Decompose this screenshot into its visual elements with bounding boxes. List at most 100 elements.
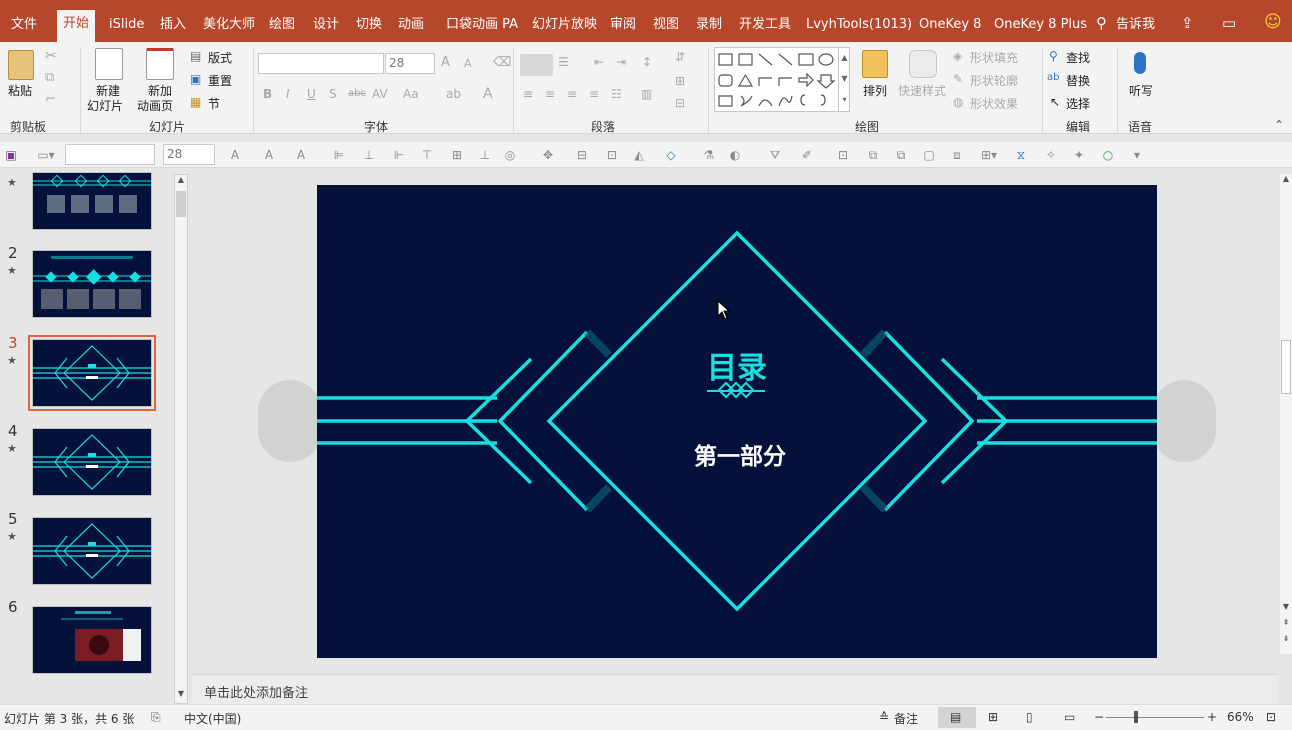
edit-shape-icon[interactable]: ◇	[664, 148, 678, 162]
shape-fill-button[interactable]: 形状填充	[970, 49, 1018, 66]
dictate-button[interactable]: 听写	[1129, 82, 1153, 99]
smiley-icon[interactable]: ☺	[1264, 12, 1282, 32]
shape-effect-icon[interactable]: ◐	[728, 148, 742, 162]
tab-pocket-animation[interactable]: 口袋动画 PA	[442, 8, 522, 42]
normal-view-icon[interactable]: ▤	[950, 710, 961, 724]
scroll-down-icon[interactable]: ▼	[1280, 602, 1292, 616]
align-text-icon[interactable]: ⊞	[675, 74, 685, 88]
scroll-thumb[interactable]	[1281, 340, 1291, 394]
scroll-up-icon[interactable]: ▲	[1280, 174, 1292, 188]
shrink-font-icon[interactable]: A	[464, 57, 472, 70]
font-size-combo[interactable]: 28	[385, 53, 435, 74]
slide-thumbnail-4[interactable]	[32, 428, 152, 496]
slide-thumbnail-5[interactable]	[32, 517, 152, 585]
paste-icon[interactable]	[8, 50, 34, 80]
tab-home[interactable]: 开始	[57, 10, 96, 42]
tab-design[interactable]: 设计	[309, 8, 343, 42]
canvas-scrollbar[interactable]: ▲ ▼ ⇞ ⇟	[1280, 174, 1292, 654]
previous-slide-icon[interactable]: ⇞	[1280, 618, 1292, 634]
slideshow-icon[interactable]: ▭	[1064, 710, 1075, 724]
new-animation-page-icon[interactable]	[146, 48, 174, 80]
slide-title[interactable]: 目录	[687, 343, 787, 387]
zoom-slider-thumb[interactable]	[1134, 711, 1138, 723]
search-icon[interactable]: ⚲	[1096, 14, 1107, 32]
zoom-out-icon[interactable]: −	[1094, 710, 1104, 724]
strikethrough-icon[interactable]: abc	[348, 88, 366, 99]
scroll-down-icon[interactable]: ▼	[175, 689, 187, 703]
change-case-icon[interactable]: Aa	[403, 87, 419, 101]
quick-styles-button[interactable]: 快速样式	[898, 82, 946, 99]
justify-icon[interactable]: ≡	[589, 87, 599, 101]
grow-font-icon[interactable]: A	[441, 55, 450, 70]
text-box-icon[interactable]: ▭▾	[32, 148, 60, 162]
shape-outline-button[interactable]: 形状轮廓	[970, 72, 1018, 89]
slide-thumbnail-3[interactable]	[28, 335, 156, 411]
shape-fill-icon[interactable]: ⚗	[702, 148, 716, 162]
table-icon[interactable]: ⊞▾	[978, 148, 1000, 162]
arrange-icon[interactable]	[862, 50, 888, 78]
share-icon[interactable]: ⇪	[1181, 14, 1194, 32]
microphone-icon[interactable]	[1134, 52, 1146, 74]
tab-onekey8[interactable]: OneKey 8	[915, 8, 985, 42]
flip-icon[interactable]: ◭	[632, 148, 646, 162]
layout-icon[interactable]: ▤	[190, 49, 201, 63]
fit-to-window-icon[interactable]: ⊡	[1266, 710, 1276, 724]
rotate-icon[interactable]: ✥	[541, 148, 555, 162]
save-icon[interactable]: ▣	[4, 148, 18, 162]
bullets-icon[interactable]	[520, 54, 553, 76]
font-name-field[interactable]	[65, 144, 155, 165]
shadow-icon[interactable]: S	[329, 87, 337, 101]
merge-shapes-icon[interactable]: ◎	[503, 148, 517, 162]
reset-icon[interactable]: ▣	[190, 72, 201, 86]
tab-onekey8plus[interactable]: OneKey 8 Plus	[990, 8, 1091, 42]
align-middle-icon[interactable]: ⊞	[450, 148, 464, 162]
font-size-field[interactable]: 28	[163, 144, 215, 165]
tab-lvyhtools[interactable]: LvyhTools(1013)	[802, 8, 916, 42]
paint-bucket-icon[interactable]: ⛛	[768, 148, 782, 162]
notes-placeholder[interactable]: 单击此处添加备注	[204, 682, 308, 701]
notes-toggle-icon[interactable]: ≙	[879, 710, 889, 724]
slide-thumbnail-1[interactable]	[32, 172, 152, 230]
align-top-icon[interactable]: ⊤	[420, 148, 434, 162]
shapes-gallery-scroll[interactable]: ▲ ▼ ▾	[838, 47, 850, 112]
italic-icon[interactable]: I	[286, 87, 290, 101]
line-spacing-icon[interactable]: ↕	[642, 55, 652, 69]
circle-shape-icon[interactable]: ○	[1101, 148, 1115, 162]
new-animation-page-button-line2[interactable]: 动画页	[137, 97, 173, 114]
font-color-icon[interactable]: A	[483, 86, 493, 102]
distribute-icon[interactable]: ⊟	[575, 148, 589, 162]
paste-button[interactable]: 粘贴	[8, 82, 32, 99]
tab-record[interactable]: 录制	[692, 8, 726, 42]
text-direction-icon[interactable]: ⇵	[675, 50, 685, 64]
section-icon[interactable]: ▦	[190, 95, 201, 109]
notes-pane[interactable]: 单击此处添加备注	[192, 674, 1278, 704]
star-effect-icon[interactable]: ✦	[1072, 148, 1086, 162]
layout-button[interactable]: 版式	[208, 49, 232, 66]
thumbnail-scrollbar[interactable]: ▲ ▼	[174, 174, 188, 704]
align-right-icon[interactable]: ≡	[567, 87, 577, 101]
next-slide-icon[interactable]: ⇟	[1280, 634, 1292, 650]
tab-meihua[interactable]: 美化大师	[199, 8, 259, 42]
distributed-icon[interactable]: ☷	[611, 87, 622, 101]
animation-icon[interactable]: ⧖	[1014, 148, 1028, 162]
shape-fill-icon[interactable]: ◈	[953, 49, 962, 63]
tell-me-box[interactable]: 告诉我	[1112, 8, 1159, 42]
current-slide[interactable]: 目录 第一部分	[317, 185, 1157, 658]
comment-icon[interactable]: ▭	[1222, 14, 1236, 32]
char-spacing-icon[interactable]: AV	[372, 87, 388, 101]
replace-icon[interactable]: ab	[1047, 72, 1059, 83]
zoom-slider-track[interactable]	[1106, 717, 1204, 718]
language-text[interactable]: 中文(中国)	[184, 710, 241, 727]
group-objects-icon[interactable]: ⧈	[950, 148, 964, 162]
collapse-ribbon-icon[interactable]: ⌃	[1274, 118, 1284, 132]
text-outline-icon[interactable]: A	[262, 148, 276, 162]
slide-thumbnail-2[interactable]	[32, 250, 152, 318]
decrease-indent-icon[interactable]: ⇤	[594, 55, 604, 69]
copy-icon[interactable]: ⧉	[45, 70, 54, 85]
increase-indent-icon[interactable]: ⇥	[616, 55, 626, 69]
new-slide-icon[interactable]	[95, 48, 123, 80]
section-button[interactable]: 节	[208, 95, 220, 112]
customize-toolbar-icon[interactable]: ▾	[1130, 148, 1144, 162]
selection-pane-icon[interactable]: ▢	[922, 148, 936, 162]
reset-button[interactable]: 重置	[208, 72, 232, 89]
